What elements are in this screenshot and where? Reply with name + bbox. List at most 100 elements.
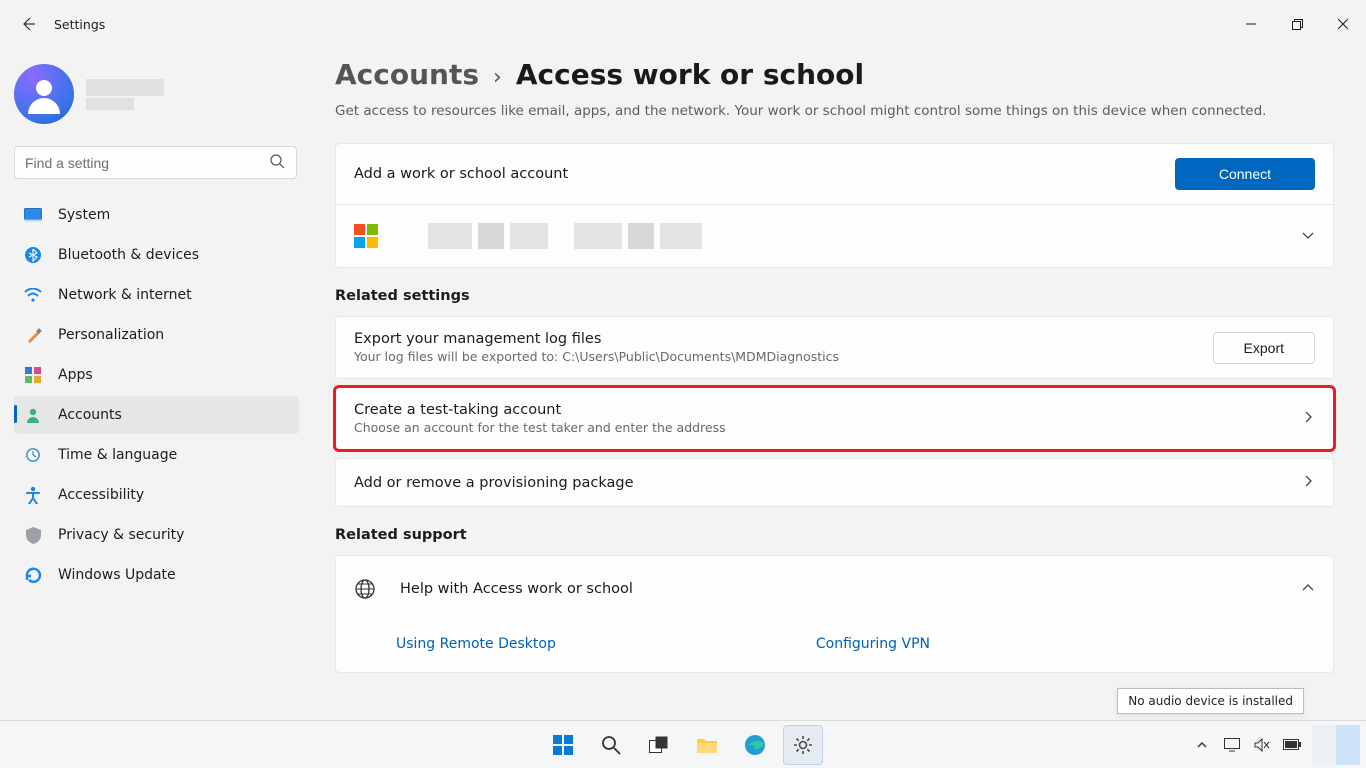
globe-icon xyxy=(354,578,376,600)
profile-email-redacted xyxy=(86,98,134,110)
page-subtitle: Get access to resources like email, apps… xyxy=(335,103,1334,119)
related-support-heading: Related support xyxy=(335,527,1334,543)
export-logs-title: Export your management log files xyxy=(354,331,839,347)
connect-button[interactable]: Connect xyxy=(1175,158,1315,190)
chevron-right-icon xyxy=(1301,473,1315,492)
start-button[interactable] xyxy=(543,725,583,765)
help-row[interactable]: Help with Access work or school xyxy=(336,556,1333,622)
tray-overflow[interactable] xyxy=(1192,735,1212,755)
maximize-button[interactable] xyxy=(1274,8,1320,40)
search-wrap xyxy=(14,146,299,179)
chevron-right-icon xyxy=(1301,409,1315,428)
arrow-left-icon xyxy=(20,16,36,32)
nav-label: Network & internet xyxy=(58,287,192,303)
audio-tooltip: No audio device is installed xyxy=(1117,688,1304,714)
nav-time[interactable]: Time & language xyxy=(14,436,299,474)
taskbar-right xyxy=(1192,725,1366,765)
connected-account-row[interactable] xyxy=(336,204,1333,267)
nav: System Bluetooth & devices Network & int… xyxy=(14,195,299,595)
back-button[interactable] xyxy=(12,8,44,40)
language-block[interactable] xyxy=(1312,725,1360,765)
app-body: System Bluetooth & devices Network & int… xyxy=(0,48,1366,720)
nav-accounts[interactable]: Accounts xyxy=(14,396,299,434)
chevron-up-icon xyxy=(1301,580,1315,599)
provisioning-text: Add or remove a provisioning package xyxy=(354,475,634,491)
nav-apps[interactable]: Apps xyxy=(14,356,299,394)
settings-app[interactable] xyxy=(783,725,823,765)
close-button[interactable] xyxy=(1320,8,1366,40)
microsoft-logo-icon xyxy=(354,224,378,248)
minimize-icon xyxy=(1246,19,1256,29)
edge-browser[interactable] xyxy=(735,725,775,765)
breadcrumb: Accounts › Access work or school xyxy=(335,58,1334,91)
export-logs-row: Export your management log files Your lo… xyxy=(335,316,1334,379)
add-account-card: Add a work or school account Connect xyxy=(335,143,1334,268)
related-settings-heading: Related settings xyxy=(335,288,1334,304)
window-controls xyxy=(1228,8,1366,40)
taskbar-center xyxy=(543,725,823,765)
export-logs-sub: Your log files will be exported to: C:\U… xyxy=(354,349,839,364)
lang-1 xyxy=(1312,725,1336,765)
window-title: Settings xyxy=(54,17,105,32)
test-account-row[interactable]: Create a test-taking account Choose an a… xyxy=(335,387,1334,450)
add-account-label: Add a work or school account xyxy=(354,166,568,182)
link-configuring-vpn[interactable]: Configuring VPN xyxy=(816,636,930,652)
nav-network[interactable]: Network & internet xyxy=(14,276,299,314)
windows-icon xyxy=(552,734,574,756)
test-account-title: Create a test-taking account xyxy=(354,402,726,418)
tray-monitor[interactable] xyxy=(1222,735,1242,755)
chevron-down-icon xyxy=(1301,227,1315,246)
tray-battery[interactable] xyxy=(1282,735,1302,755)
export-button[interactable]: Export xyxy=(1213,332,1315,364)
account-info-redacted xyxy=(428,223,702,249)
nav-label: Accounts xyxy=(58,407,122,423)
breadcrumb-current: Access work or school xyxy=(516,58,864,91)
taskbar-search[interactable] xyxy=(591,725,631,765)
test-account-sub: Choose an account for the test taker and… xyxy=(354,420,726,435)
edge-icon xyxy=(744,734,766,756)
link-remote-desktop[interactable]: Using Remote Desktop xyxy=(396,636,556,652)
taskview-icon xyxy=(649,736,669,754)
system-icon xyxy=(24,206,42,224)
file-explorer[interactable] xyxy=(687,725,727,765)
speaker-muted-icon xyxy=(1254,738,1270,752)
search-icon xyxy=(270,154,285,169)
provisioning-title: Add or remove a provisioning package xyxy=(354,475,634,491)
clock-icon xyxy=(24,446,42,464)
nav-label: System xyxy=(58,207,110,223)
brush-icon xyxy=(24,326,42,344)
help-label: Help with Access work or school xyxy=(400,581,633,597)
apps-icon xyxy=(24,366,42,384)
nav-label: Windows Update xyxy=(58,567,176,583)
provisioning-row[interactable]: Add or remove a provisioning package xyxy=(335,458,1334,507)
nav-label: Privacy & security xyxy=(58,527,184,543)
nav-label: Personalization xyxy=(58,327,164,343)
nav-system[interactable]: System xyxy=(14,196,299,234)
nav-bluetooth[interactable]: Bluetooth & devices xyxy=(14,236,299,274)
chevron-up-icon xyxy=(1196,739,1208,751)
nav-label: Time & language xyxy=(58,447,177,463)
sidebar: System Bluetooth & devices Network & int… xyxy=(0,48,313,720)
related-settings-group: Export your management log files Your lo… xyxy=(335,316,1334,507)
tray-audio[interactable] xyxy=(1252,735,1272,755)
battery-icon xyxy=(1283,739,1301,750)
nav-privacy[interactable]: Privacy & security xyxy=(14,516,299,554)
search-input[interactable] xyxy=(14,146,297,179)
taskbar xyxy=(0,720,1366,768)
nav-personalization[interactable]: Personalization xyxy=(14,316,299,354)
breadcrumb-accounts[interactable]: Accounts xyxy=(335,58,479,91)
task-view[interactable] xyxy=(639,725,679,765)
nav-label: Bluetooth & devices xyxy=(58,247,199,263)
close-icon xyxy=(1338,19,1348,29)
shield-icon xyxy=(24,526,42,544)
nav-label: Apps xyxy=(58,367,93,383)
support-links: Using Remote Desktop Configuring VPN xyxy=(336,622,1333,672)
titlebar-left: Settings xyxy=(12,8,105,40)
export-logs-text: Export your management log files Your lo… xyxy=(354,331,839,364)
breadcrumb-sep: › xyxy=(493,65,502,90)
minimize-button[interactable] xyxy=(1228,8,1274,40)
nav-accessibility[interactable]: Accessibility xyxy=(14,476,299,514)
profile-block[interactable] xyxy=(14,64,299,124)
nav-update[interactable]: Windows Update xyxy=(14,556,299,594)
main-content: Accounts › Access work or school Get acc… xyxy=(313,48,1366,720)
